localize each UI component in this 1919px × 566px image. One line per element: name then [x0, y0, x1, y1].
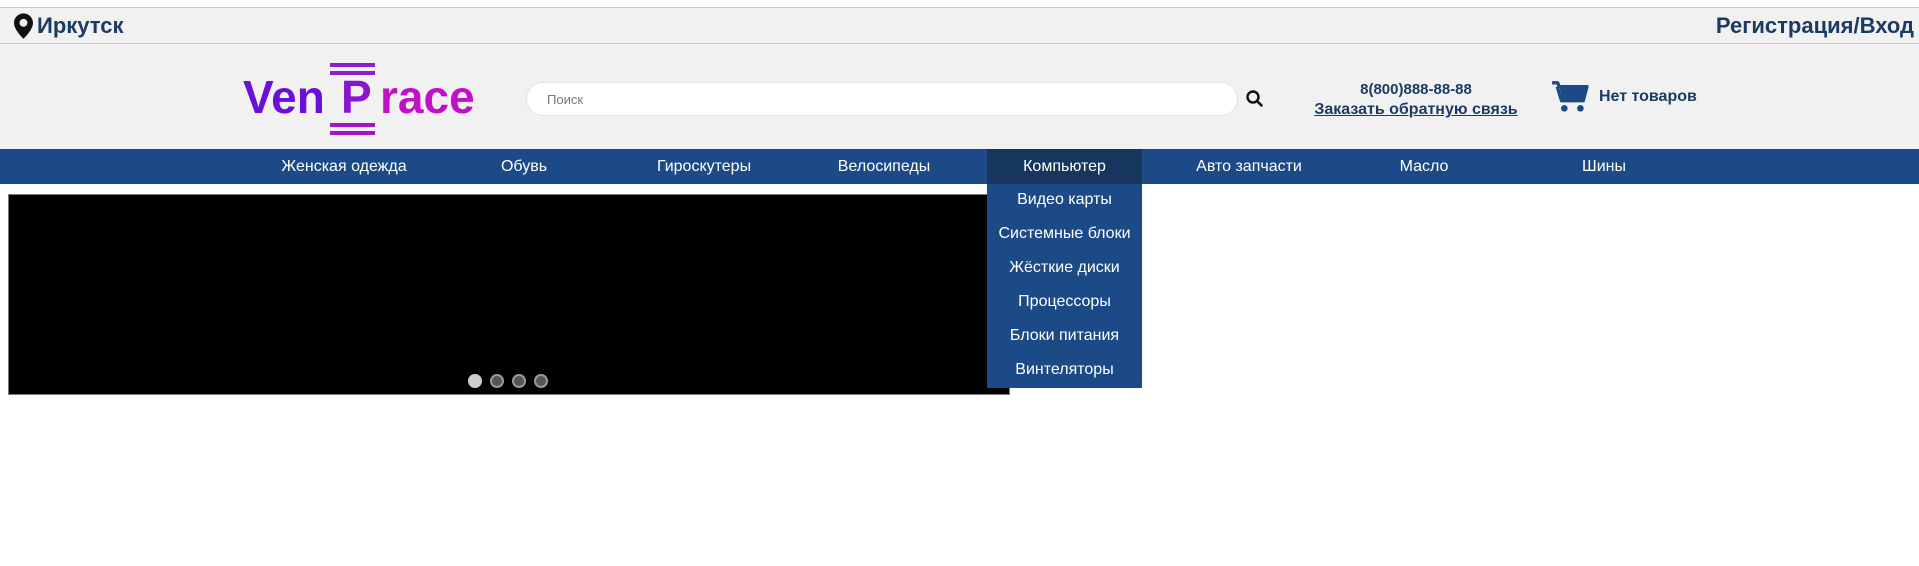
slider-dot-1[interactable] — [468, 374, 482, 388]
nav-item-womens-clothing[interactable]: Женская одежда — [264, 149, 424, 184]
dropdown-item-fans[interactable]: Винтеляторы — [987, 361, 1142, 379]
phone-number[interactable]: 8(800)888-88-88 — [1300, 81, 1532, 98]
nav-item-computer[interactable]: Компьютер — [987, 149, 1142, 184]
callback-link[interactable]: Заказать обратную связь — [1314, 101, 1517, 119]
nav-item-tires[interactable]: Шины — [1554, 149, 1654, 184]
dropdown-item-video-cards[interactable]: Видео карты — [987, 191, 1142, 209]
logo-text-ven: Ven — [243, 71, 325, 123]
computer-dropdown-menu: Видео карты Системные блоки Жёсткие диск… — [987, 184, 1142, 388]
nav-item-oil[interactable]: Масло — [1374, 149, 1474, 184]
nav-item-hoverboards[interactable]: Гироскутеры — [644, 149, 764, 184]
cart-button[interactable]: Нет товаров — [1551, 80, 1697, 114]
main-navigation: Женская одежда Обувь Гироскутеры Велосип… — [0, 149, 1919, 184]
cart-status: Нет товаров — [1599, 88, 1697, 105]
logo-text-race: race — [380, 71, 475, 123]
dropdown-item-hard-drives[interactable]: Жёсткие диски — [987, 259, 1142, 277]
city-selector[interactable]: Иркутск — [14, 13, 124, 39]
city-name: Иркутск — [37, 13, 124, 38]
search-field[interactable] — [526, 82, 1238, 116]
slider-dot-4[interactable] — [534, 374, 548, 388]
top-bar: Иркутск Регистрация/Вход — [0, 7, 1919, 44]
site-logo[interactable]: Ven P race — [243, 58, 478, 138]
search-icon — [1246, 90, 1263, 107]
search-button[interactable] — [1244, 88, 1266, 110]
header: Ven P race 8(800)888-88-88 Заказать обра… — [0, 44, 1919, 149]
dropdown-item-power-supplies[interactable]: Блоки питания — [987, 327, 1142, 345]
dropdown-item-system-units[interactable]: Системные блоки — [987, 225, 1142, 243]
nav-item-auto-parts[interactable]: Авто запчасти — [1184, 149, 1314, 184]
image-slider[interactable] — [8, 194, 1010, 395]
slider-dots — [468, 374, 548, 388]
contact-block: 8(800)888-88-88 Заказать обратную связь — [1300, 81, 1532, 119]
location-pin-icon — [14, 13, 33, 39]
nav-item-shoes[interactable]: Обувь — [474, 149, 574, 184]
dropdown-item-processors[interactable]: Процессоры — [987, 293, 1142, 311]
register-login-link[interactable]: Регистрация/Вход — [1716, 13, 1914, 39]
slider-dot-3[interactable] — [512, 374, 526, 388]
nav-item-bicycles[interactable]: Велосипеды — [824, 149, 944, 184]
search-input[interactable] — [527, 83, 1237, 115]
cart-icon — [1552, 81, 1589, 112]
slider-dot-2[interactable] — [490, 374, 504, 388]
logo-text-p: P — [341, 71, 372, 123]
